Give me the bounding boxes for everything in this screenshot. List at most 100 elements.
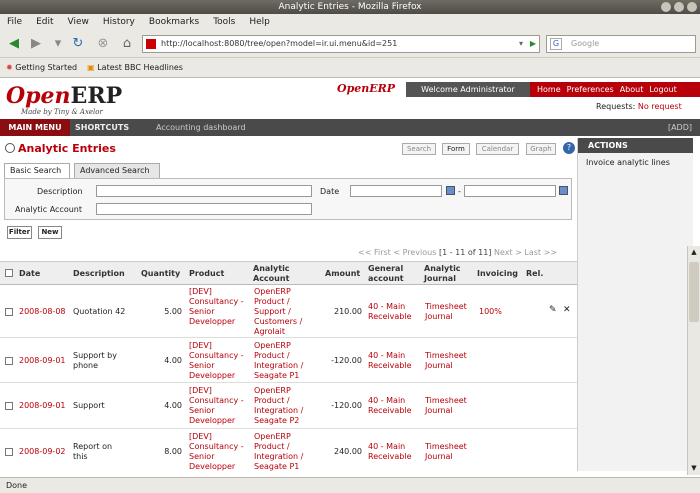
- shortcuts-button[interactable]: SHORTCUTS: [75, 119, 129, 136]
- scroll-thumb[interactable]: [689, 262, 699, 322]
- menu-file[interactable]: File: [7, 14, 22, 30]
- logout-link[interactable]: Logout: [649, 82, 676, 97]
- home-icon[interactable]: ⌂: [119, 36, 135, 52]
- table-row[interactable]: 2008-09-01 Support 4.00 [DEV] Consultanc…: [0, 383, 577, 429]
- history-dropdown-icon[interactable]: ▾: [50, 36, 66, 52]
- add-shortcut-button[interactable]: [ADD]: [668, 119, 692, 136]
- calendar-icon[interactable]: [446, 186, 455, 195]
- description-input[interactable]: [96, 185, 312, 197]
- cell-product[interactable]: [DEV] Consultancy - Senior Developper: [189, 287, 251, 327]
- google-icon[interactable]: G: [550, 38, 562, 50]
- select-all-checkbox[interactable]: [5, 269, 13, 277]
- view-calendar-button[interactable]: Calendar: [476, 143, 519, 155]
- tab-basic-search[interactable]: Basic Search: [4, 163, 70, 178]
- bookmark-bbc-headlines[interactable]: ▣ Latest BBC Headlines: [87, 58, 183, 77]
- cell-general-account[interactable]: 40 - Main Receivable: [368, 302, 420, 322]
- cell-general-account[interactable]: 40 - Main Receivable: [368, 396, 420, 416]
- cell-date[interactable]: 2008-09-02: [19, 447, 66, 457]
- calendar-icon[interactable]: [559, 186, 568, 195]
- edit-icon[interactable]: ✎: [549, 305, 557, 315]
- go-icon[interactable]: ▶: [530, 36, 536, 52]
- date-from-input[interactable]: [350, 185, 442, 197]
- back-icon[interactable]: ◀: [6, 36, 22, 52]
- search-engine-field[interactable]: G Google: [546, 35, 696, 53]
- delete-icon[interactable]: ✕: [563, 305, 571, 315]
- col-description[interactable]: Description: [73, 269, 125, 279]
- menu-bookmarks[interactable]: Bookmarks: [149, 14, 199, 30]
- date-label: Date: [320, 187, 340, 196]
- cell-analytic-account[interactable]: OpenERP Product / Integration / Seagate …: [254, 341, 316, 381]
- menu-history[interactable]: History: [103, 14, 135, 30]
- cell-general-account[interactable]: 40 - Main Receivable: [368, 351, 420, 371]
- col-invoicing[interactable]: Invoicing: [477, 269, 518, 279]
- cell-analytic-journal[interactable]: Timesheet Journal: [425, 302, 473, 322]
- maximize-button[interactable]: [674, 2, 684, 12]
- date-to-input[interactable]: [464, 185, 556, 197]
- menu-view[interactable]: View: [68, 14, 89, 30]
- cell-date[interactable]: 2008-09-01: [19, 356, 66, 366]
- openerp-logo[interactable]: OpenERP: [6, 83, 122, 109]
- col-analytic-account[interactable]: Analytic Account: [253, 264, 303, 284]
- shortcut-accounting-dashboard[interactable]: Accounting dashboard: [156, 119, 246, 136]
- pager-next[interactable]: Next >: [494, 248, 522, 257]
- menu-help[interactable]: Help: [249, 14, 270, 30]
- pager-last[interactable]: Last >>: [524, 248, 557, 257]
- forward-icon[interactable]: ▶: [28, 36, 44, 52]
- preferences-link[interactable]: Preferences: [567, 82, 614, 97]
- col-rel[interactable]: Rel.: [526, 269, 543, 279]
- help-icon[interactable]: ?: [563, 142, 575, 154]
- cell-analytic-journal[interactable]: Timesheet Journal: [425, 442, 473, 462]
- cell-analytic-account[interactable]: OpenERP Product / Integration / Seagate …: [254, 386, 316, 426]
- col-quantity[interactable]: Quantity: [141, 269, 180, 279]
- requests-link[interactable]: No request: [638, 102, 682, 111]
- pager-first[interactable]: << First: [358, 248, 391, 257]
- table-row[interactable]: 2008-08-08 Quotation 42 5.00 [DEV] Consu…: [0, 285, 577, 338]
- minimize-button[interactable]: [661, 2, 671, 12]
- about-link[interactable]: About: [620, 82, 644, 97]
- view-form-button[interactable]: Form: [442, 143, 470, 155]
- bookmark-getting-started[interactable]: ✹ Getting Started: [6, 58, 77, 77]
- col-analytic-journal[interactable]: Analytic Journal: [424, 264, 472, 284]
- cell-analytic-journal[interactable]: Timesheet Journal: [425, 351, 473, 371]
- analytic-account-input[interactable]: [96, 203, 312, 215]
- stop-icon[interactable]: ⊗: [95, 36, 111, 52]
- col-date[interactable]: Date: [19, 269, 40, 279]
- row-checkbox[interactable]: [5, 448, 13, 456]
- cell-analytic-journal[interactable]: Timesheet Journal: [425, 396, 473, 416]
- reload-icon[interactable]: ↻: [70, 36, 86, 52]
- menu-tools[interactable]: Tools: [213, 14, 235, 30]
- cell-analytic-account[interactable]: OpenERP Product / Support / Customers / …: [254, 287, 316, 337]
- col-general-account[interactable]: General account: [368, 264, 416, 284]
- action-invoice-analytic-lines[interactable]: Invoice analytic lines: [578, 153, 693, 172]
- url-field[interactable]: http://localhost:8080/tree/open?model=ir…: [142, 35, 540, 53]
- view-search-button[interactable]: Search: [402, 143, 436, 155]
- home-link[interactable]: Home: [537, 82, 561, 97]
- col-product[interactable]: Product: [189, 269, 224, 279]
- pager-previous[interactable]: < Previous: [393, 248, 436, 257]
- cell-analytic-account[interactable]: OpenERP Product / Integration / Seagate …: [254, 432, 316, 472]
- cell-product[interactable]: [DEV] Consultancy - Senior Developper: [189, 432, 251, 472]
- menu-edit[interactable]: Edit: [36, 14, 53, 30]
- view-graph-button[interactable]: Graph: [526, 143, 556, 155]
- new-button[interactable]: New: [38, 226, 62, 239]
- cell-product[interactable]: [DEV] Consultancy - Senior Developper: [189, 386, 251, 426]
- close-window-button[interactable]: [687, 2, 697, 12]
- cell-general-account[interactable]: 40 - Main Receivable: [368, 442, 420, 462]
- filter-button[interactable]: Filter: [7, 226, 32, 239]
- vertical-scrollbar[interactable]: ▲ ▼: [687, 246, 700, 475]
- url-dropdown-icon[interactable]: ▾: [519, 36, 523, 52]
- table-row[interactable]: 2008-09-01 Support by phone 4.00 [DEV] C…: [0, 338, 577, 383]
- main-menu-button[interactable]: MAIN MENU: [0, 119, 70, 136]
- cell-invoicing[interactable]: 100%: [479, 307, 502, 317]
- scroll-up-icon[interactable]: ▲: [688, 246, 700, 259]
- col-amount[interactable]: Amount: [325, 269, 360, 279]
- cell-date[interactable]: 2008-08-08: [19, 307, 66, 317]
- cell-product[interactable]: [DEV] Consultancy - Senior Developper: [189, 341, 251, 381]
- scroll-down-icon[interactable]: ▼: [688, 462, 700, 475]
- row-checkbox[interactable]: [5, 402, 13, 410]
- table-row[interactable]: 2008-09-02 Report on this 8.00 [DEV] Con…: [0, 429, 577, 479]
- cell-date[interactable]: 2008-09-01: [19, 401, 66, 411]
- row-checkbox[interactable]: [5, 357, 13, 365]
- row-checkbox[interactable]: [5, 308, 13, 316]
- tab-advanced-search[interactable]: Advanced Search: [74, 163, 160, 178]
